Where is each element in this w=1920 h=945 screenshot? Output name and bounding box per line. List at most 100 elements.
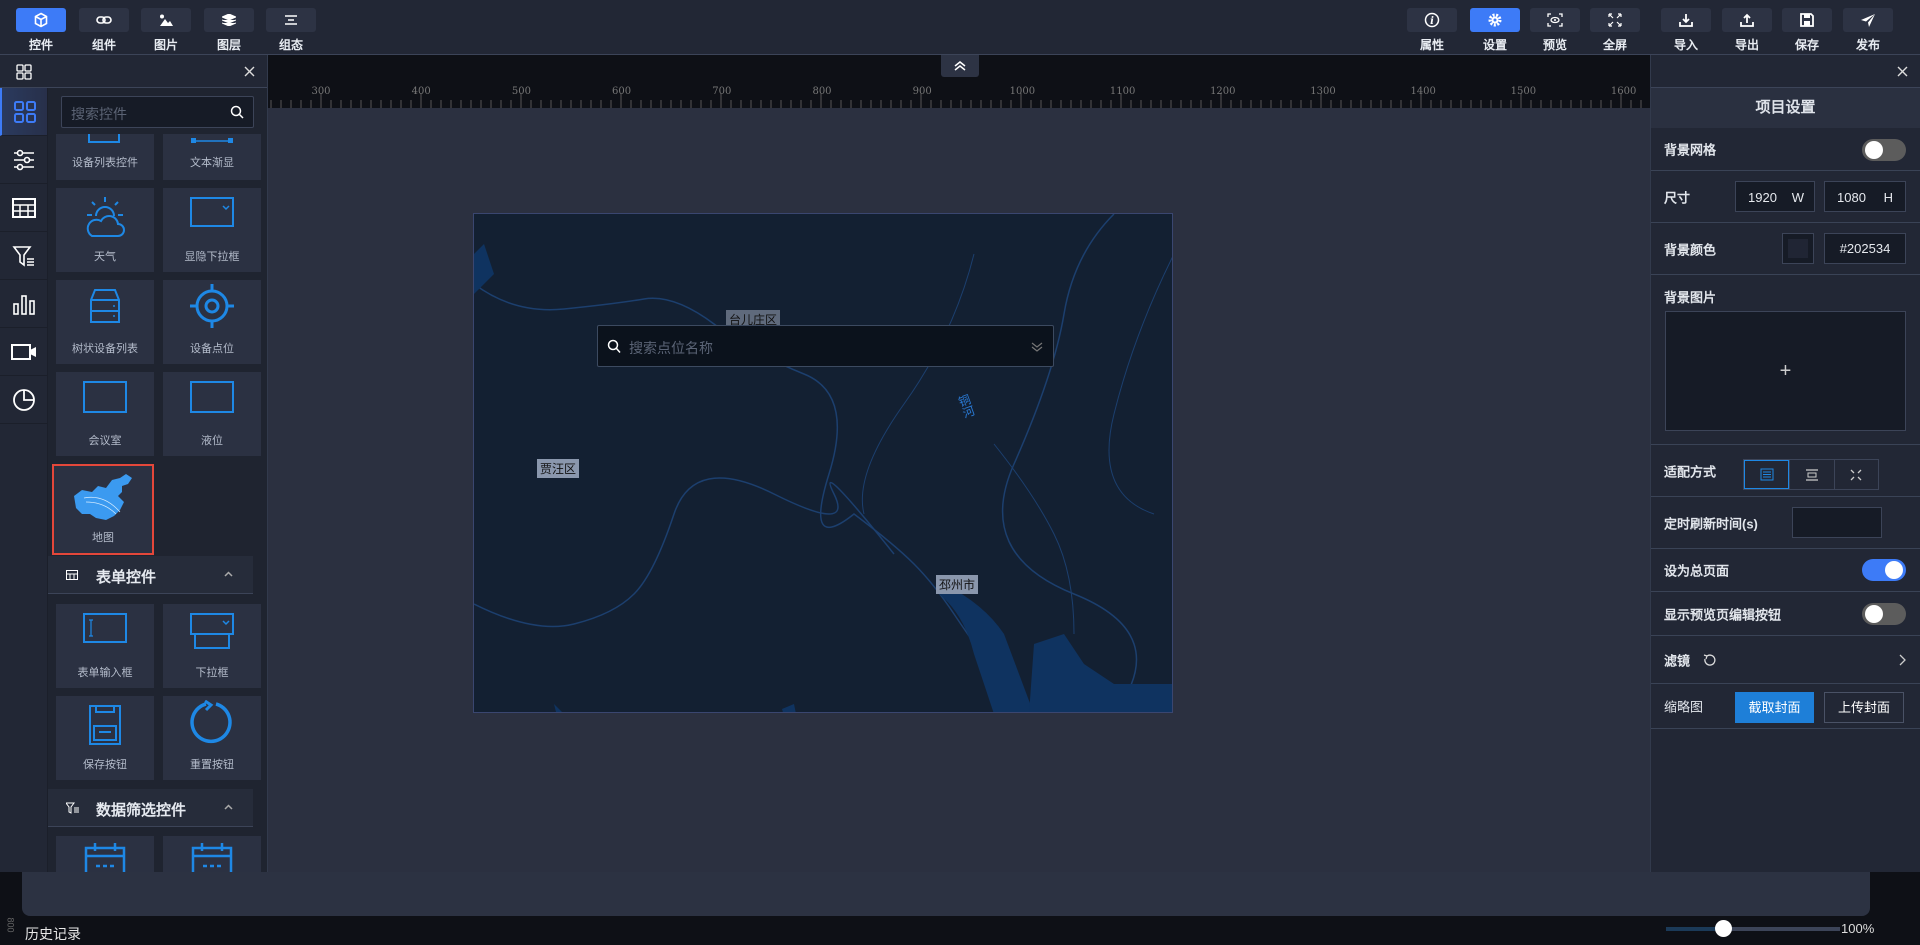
publish-button[interactable]: 发布	[1843, 8, 1893, 53]
section-data-filter[interactable]: 数据筛选控件	[48, 789, 253, 827]
properties-button[interactable]: i 属性	[1407, 8, 1457, 53]
widget-device-point[interactable]: 设备点位	[163, 280, 261, 364]
gear-icon	[1488, 13, 1502, 27]
save-button[interactable]: 保存	[1782, 8, 1832, 53]
preview-button[interactable]: 预览	[1530, 8, 1580, 53]
fit-width-icon	[1805, 468, 1818, 481]
double-chevron-up-icon	[954, 61, 966, 71]
upload-cover-button[interactable]: 上传封面	[1824, 692, 1904, 723]
link-icon	[96, 16, 112, 24]
category-filter[interactable]	[0, 232, 47, 280]
ruler-label: 500	[511, 86, 531, 97]
fit-stretch-button[interactable]	[1833, 460, 1878, 489]
setting-thumbnail: 缩略图 截取封面 上传封面	[1651, 684, 1920, 729]
category-controls[interactable]	[0, 136, 47, 184]
setting-fit-mode: 适配方式	[1651, 445, 1920, 497]
zoom-slider[interactable]	[1666, 920, 1840, 937]
map-widget[interactable]: 台儿庄区 贾汪区 邳州市 铜河 搜索点位名称	[473, 213, 1173, 713]
widget-date-picker[interactable]	[56, 836, 154, 872]
double-chevron-down-icon[interactable]	[1031, 341, 1043, 353]
setting-bg-grid: 背景网格	[1651, 128, 1920, 171]
chevron-right-icon	[1899, 654, 1906, 666]
reset-icon[interactable]	[1703, 654, 1716, 667]
fullscreen-icon	[1608, 13, 1622, 27]
widget-select[interactable]: 下拉框	[163, 604, 261, 688]
setting-show-edit: 显示预览页编辑按钮	[1651, 592, 1920, 636]
export-button[interactable]: 导出	[1722, 8, 1772, 53]
color-input[interactable]: #202534	[1824, 233, 1906, 264]
close-icon[interactable]	[244, 66, 255, 77]
section-form-controls[interactable]: 表单控件	[48, 556, 253, 594]
tab-controls[interactable]: 控件	[16, 8, 66, 53]
widget-form-input[interactable]: 表单输入框	[56, 604, 154, 688]
fit-width-button[interactable]	[1789, 460, 1833, 489]
category-chart[interactable]	[0, 280, 47, 328]
widget-liquid-level[interactable]: 液位	[163, 372, 261, 456]
show-edit-toggle[interactable]	[1862, 603, 1906, 625]
category-video[interactable]	[0, 328, 47, 376]
category-pie[interactable]	[0, 376, 47, 424]
history-label[interactable]: 历史记录	[25, 924, 81, 944]
map-label-jiawang: 贾汪区	[537, 459, 580, 478]
import-icon	[1679, 14, 1693, 27]
width-input[interactable]: 1920 W	[1735, 181, 1815, 212]
dropdown-icon	[190, 197, 234, 227]
floppy-icon	[89, 705, 121, 745]
widget-toggle-dropdown[interactable]: 显隐下拉框	[163, 188, 261, 272]
category-all[interactable]	[0, 88, 47, 136]
widget-weather[interactable]: 天气	[56, 188, 154, 272]
widget-save-button[interactable]: 保存按钮	[56, 696, 154, 780]
widget-search-input[interactable]: 搜索控件	[61, 96, 254, 128]
zoom-slider-handle[interactable]	[1715, 920, 1733, 937]
history-panel	[22, 872, 1870, 916]
settings-button[interactable]: 设置	[1470, 8, 1520, 53]
input-box-icon	[83, 613, 127, 643]
tab-layers[interactable]: 图层	[204, 8, 254, 53]
import-button[interactable]: 导入	[1661, 8, 1711, 53]
camera-icon	[10, 343, 36, 360]
widget-tree-device-list[interactable]: 树状设备列表	[56, 280, 154, 364]
ruler-label: 1200	[1210, 86, 1236, 97]
bottom-bar: 800 历史记录 100%	[0, 872, 1920, 945]
chevron-up-icon[interactable]	[224, 571, 233, 577]
device-list-icon	[88, 134, 120, 143]
tab-images[interactable]: 图片	[141, 8, 191, 53]
upload-bg-image[interactable]: +	[1665, 311, 1906, 431]
tab-components[interactable]: 组件	[79, 8, 129, 53]
ruler-label: 400	[411, 86, 431, 97]
setting-main-page: 设为总页面	[1651, 549, 1920, 592]
widget-reset-button[interactable]: 重置按钮	[163, 696, 261, 780]
cube-icon	[34, 12, 48, 28]
capture-cover-button[interactable]: 截取封面	[1735, 692, 1814, 723]
collapse-toolbar-button[interactable]	[941, 55, 979, 77]
widget-meeting-room[interactable]: 会议室	[56, 372, 154, 456]
zoom-value: 100%	[1841, 921, 1875, 936]
widget-map[interactable]: 地图	[52, 464, 154, 555]
category-table[interactable]	[0, 184, 47, 232]
fit-mode-group	[1743, 459, 1879, 490]
tab-config[interactable]: 组态	[266, 8, 316, 53]
fit-contain-icon	[1760, 468, 1774, 481]
preview-icon	[1547, 13, 1563, 27]
fit-contain-button[interactable]	[1744, 460, 1790, 489]
bg-grid-toggle[interactable]	[1862, 139, 1906, 161]
fullscreen-button[interactable]: 全屏	[1590, 8, 1640, 53]
ruler-label: 1500	[1510, 86, 1537, 97]
widget-list: 设备列表控件 文本渐显 搜索控件 天气 显隐下拉框 树状设备列表 设备点位 会议…	[48, 88, 267, 872]
panel-title: 项目设置	[1651, 88, 1920, 128]
table-icon	[66, 570, 78, 580]
pie-chart-icon	[12, 388, 35, 411]
setting-filter[interactable]: 滤镜	[1651, 636, 1920, 684]
height-input[interactable]: 1080 H	[1824, 181, 1906, 212]
point-search-input[interactable]: 搜索点位名称	[597, 325, 1054, 367]
server-icon	[90, 289, 120, 323]
color-swatch[interactable]	[1782, 233, 1814, 264]
close-icon[interactable]	[1897, 66, 1908, 77]
chevron-up-icon[interactable]	[224, 804, 233, 810]
bar-chart-icon	[12, 294, 35, 315]
main-page-toggle[interactable]	[1862, 559, 1906, 581]
refresh-input[interactable]	[1792, 507, 1882, 538]
china-map-icon	[74, 474, 132, 520]
image-icon	[160, 14, 173, 26]
widget-date-range[interactable]	[163, 836, 261, 872]
